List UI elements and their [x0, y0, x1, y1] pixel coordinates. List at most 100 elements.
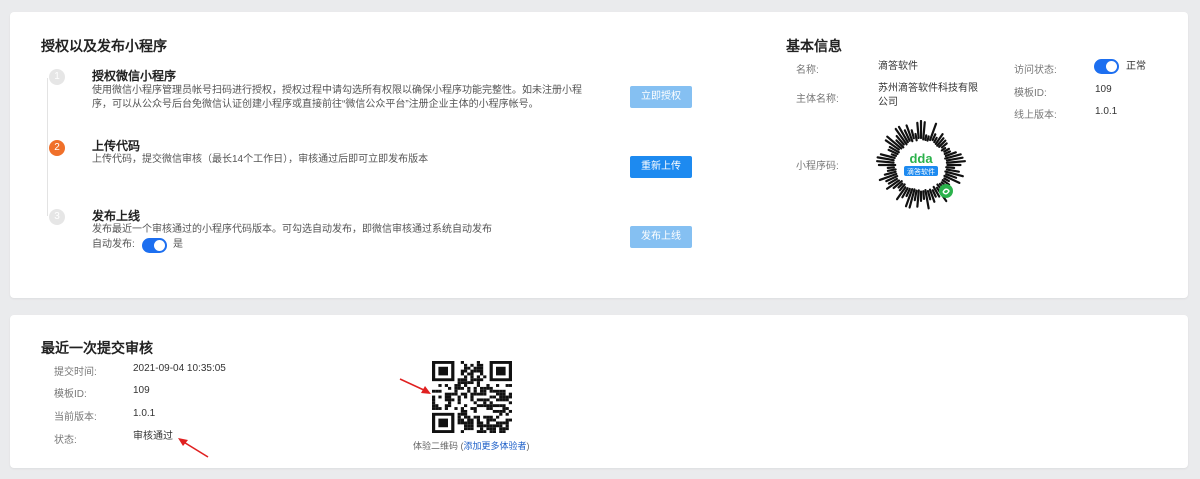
qr-module — [460, 381, 464, 385]
qr-module — [464, 363, 468, 367]
qr-module — [502, 427, 506, 431]
qr-module — [464, 392, 468, 396]
template-id-value: 109 — [1095, 84, 1112, 95]
mini-code-ray — [916, 189, 920, 208]
publish-button[interactable]: 发布上线 — [630, 226, 692, 248]
qr-caption-prefix: 体验二维码 ( — [413, 441, 464, 451]
qr-module — [457, 398, 461, 402]
qr-module — [451, 398, 455, 402]
name-value: 滴答软件 — [878, 61, 918, 72]
qr-module — [473, 409, 477, 413]
basic-info-title: 基本信息 — [786, 38, 842, 54]
qr-module — [480, 404, 484, 408]
qr-module — [486, 424, 490, 428]
qr-module — [457, 378, 461, 382]
qr-module — [499, 427, 503, 431]
qr-module — [505, 395, 509, 399]
qr-module — [480, 386, 484, 390]
qr-module — [476, 392, 480, 396]
step-1-desc-line2: 序，可以从公众号后台免微信认证创建小程序或直接前往“微信公众平台”注册企业主体的… — [92, 99, 539, 110]
qr-module — [489, 430, 493, 433]
qr-module — [489, 401, 493, 405]
qr-module — [496, 415, 500, 419]
auto-publish-toggle[interactable] — [142, 238, 167, 253]
qr-module — [483, 398, 487, 402]
qr-module — [460, 407, 464, 410]
qr-module — [480, 372, 484, 376]
add-testers-link[interactable]: 添加更多体验者 — [464, 441, 527, 451]
qr-module — [448, 398, 452, 402]
qr-module — [444, 392, 448, 396]
qr-module — [508, 384, 512, 387]
qr-module — [489, 404, 493, 408]
qr-module — [499, 404, 503, 408]
qr-module — [438, 407, 442, 410]
mini-code-ray — [916, 121, 920, 140]
qr-module — [467, 424, 471, 428]
mini-code-ray — [926, 135, 930, 142]
qr-module — [448, 404, 452, 408]
qr-module — [480, 424, 484, 428]
qr-module — [464, 409, 468, 413]
qr-module — [454, 407, 458, 410]
name-label: 名称: — [796, 65, 819, 76]
reupload-button[interactable]: 重新上传 — [630, 156, 692, 178]
qr-module — [486, 398, 490, 402]
qr-module — [467, 381, 471, 385]
qr-module — [480, 392, 484, 396]
qr-module — [486, 418, 490, 422]
qr-module — [489, 407, 493, 410]
qr-module — [486, 404, 490, 408]
toggle-knob — [1106, 61, 1117, 72]
mini-code-ray — [945, 166, 956, 169]
qr-module — [508, 418, 512, 422]
qr-module — [470, 369, 474, 373]
qr-module — [435, 407, 439, 410]
qr-module — [508, 401, 512, 405]
qr-module — [496, 389, 500, 393]
qr-module — [470, 375, 474, 379]
qr-module — [457, 421, 461, 425]
qr-module — [457, 386, 461, 390]
qr-module — [499, 392, 503, 396]
qr-module — [483, 389, 487, 393]
qr-module — [508, 395, 512, 399]
online-version-value: 1.0.1 — [1095, 106, 1118, 117]
qr-module — [464, 412, 468, 416]
qr-module — [492, 430, 496, 433]
qr-module — [476, 404, 480, 408]
qr-module — [454, 384, 458, 387]
entity-value-line1: 苏州滴答软件科技有限 — [878, 83, 978, 94]
step-1-number: 1 — [49, 69, 65, 85]
qr-module — [470, 407, 474, 410]
submit-time-label: 提交时间: — [54, 367, 97, 378]
qr-module — [460, 372, 464, 376]
qr-module — [470, 392, 474, 396]
qr-module — [454, 392, 458, 396]
mini-code-ray — [913, 189, 918, 202]
qr-module — [486, 384, 490, 387]
qr-module — [467, 386, 471, 390]
qr-module — [505, 384, 509, 387]
access-status-label: 访问状态: — [1014, 65, 1057, 76]
review-status-label: 状态: — [54, 435, 77, 446]
toggle-knob — [154, 240, 165, 251]
qr-module — [435, 389, 439, 393]
qr-module — [444, 398, 448, 402]
qr-module — [464, 384, 468, 387]
qr-module — [476, 398, 480, 402]
entity-label: 主体名称: — [796, 94, 839, 105]
qr-module — [473, 415, 477, 419]
authorize-button[interactable]: 立即授权 — [630, 86, 692, 108]
qr-module — [502, 421, 506, 425]
template-id-label: 模板ID: — [1014, 88, 1047, 99]
qr-module — [470, 398, 474, 402]
qr-module — [499, 395, 503, 399]
qr-module — [467, 389, 471, 393]
qr-module — [432, 407, 436, 410]
qr-module — [444, 384, 448, 387]
qr-module — [492, 418, 496, 422]
qr-module — [502, 407, 506, 410]
access-status-toggle[interactable] — [1094, 59, 1119, 74]
qr-module — [505, 424, 509, 428]
